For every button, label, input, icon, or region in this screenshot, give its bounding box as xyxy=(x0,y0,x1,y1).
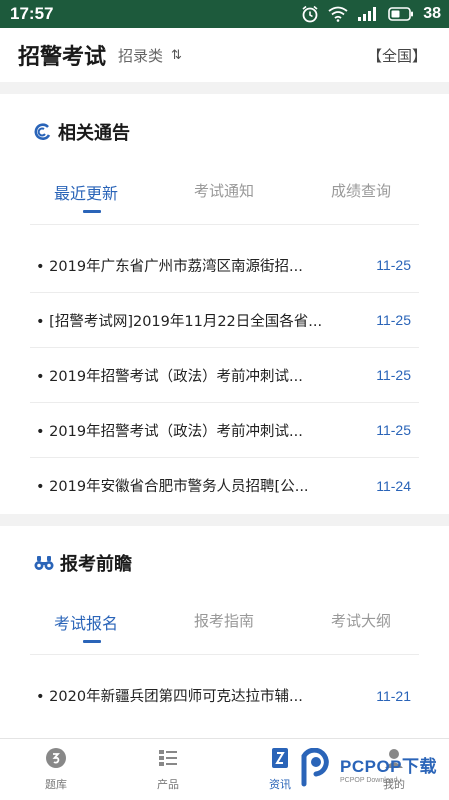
outlook-tabs: 考试报名 报考指南 考试大纲 xyxy=(0,606,449,646)
nav-question-bank[interactable]: 题库 xyxy=(26,747,86,792)
outlook-section-title: 报考前瞻 xyxy=(34,550,132,576)
active-tab-indicator xyxy=(83,210,101,213)
watermark: PCPOP下载 PCPOP Download xyxy=(300,748,437,788)
nav-label: 产品 xyxy=(157,778,179,791)
app-header: 招警考试 招录类 ⇅ 【全国】 xyxy=(0,28,449,82)
status-icons: 38 xyxy=(301,5,441,23)
battery-icon xyxy=(388,7,414,21)
list-item-title: • 2019年安徽省合肥市警务人员招聘[公... xyxy=(36,479,309,495)
tab-exam-notices[interactable]: 考试通知 xyxy=(194,180,254,201)
list-item-title: • 2019年招警考试（政法）考前冲刺试... xyxy=(36,368,303,385)
outlook-card: 报考前瞻 考试报名 报考指南 考试大纲 • 2020年新疆兵团第四师可克达拉市辅… xyxy=(0,526,449,738)
notices-section-title: 相关通告 xyxy=(34,119,130,145)
watermark-subtext: PCPOP Download xyxy=(340,777,398,784)
region-selector[interactable]: 【全国】 xyxy=(367,45,427,66)
signal-icon xyxy=(358,7,377,21)
news-icon xyxy=(272,748,288,768)
list-item[interactable]: • [招警考试网]2019年11月22日全国各省... 11-25 xyxy=(30,293,419,348)
pcpop-logo-icon xyxy=(301,748,329,787)
status-time: 17:57 xyxy=(10,4,54,23)
divider xyxy=(30,654,419,655)
list-icon xyxy=(159,750,177,766)
alarm-icon xyxy=(302,5,318,23)
list-item-title: • 2019年招警考试（政法）考前冲刺试... xyxy=(36,423,303,440)
tab-application-guide[interactable]: 报考指南 xyxy=(194,610,254,631)
list-item[interactable]: • 2019年安徽省合肥市警务人员招聘[公... 11-24 xyxy=(30,458,419,513)
notices-card: 相关通告 最近更新 考试通知 成绩查询 • 2019年广东省广州市荔湾区南源街招… xyxy=(0,94,449,514)
divider xyxy=(30,224,419,225)
list-item-date: 11-25 xyxy=(376,257,411,273)
notices-title-text: 相关通告 xyxy=(58,123,130,144)
tab-recent-updates[interactable]: 最近更新 xyxy=(54,180,118,204)
nav-label: 资讯 xyxy=(269,778,291,791)
battery-level: 38 xyxy=(423,5,441,22)
tab-score-inquiry[interactable]: 成绩查询 xyxy=(331,180,391,201)
tab-exam-registration[interactable]: 考试报名 xyxy=(54,610,118,634)
nav-label: 题库 xyxy=(45,778,67,791)
list-item-title: • 2020年新疆兵团第四师可克达拉市辅... xyxy=(36,689,303,705)
list-item-date: 11-25 xyxy=(376,422,411,438)
watermark-text: PCPOP下载 xyxy=(340,757,438,776)
outlook-title-text: 报考前瞻 xyxy=(60,554,132,575)
category-selector[interactable]: 招录类 xyxy=(118,45,163,66)
nav-products[interactable]: 产品 xyxy=(138,747,198,792)
list-item-date: 11-25 xyxy=(376,312,411,328)
list-item[interactable]: • 2020年新疆兵团第四师可克达拉市辅... 11-21 xyxy=(30,668,419,723)
tab-exam-syllabus[interactable]: 考试大纲 xyxy=(331,610,391,631)
binoculars-icon xyxy=(34,556,54,570)
sort-icon[interactable]: ⇅ xyxy=(171,48,182,63)
wifi-icon xyxy=(328,6,348,22)
active-tab-indicator xyxy=(83,640,101,643)
notices-tabs: 最近更新 考试通知 成绩查询 xyxy=(0,176,449,216)
list-item-date: 11-21 xyxy=(376,687,411,704)
notices-list: • 2019年广东省广州市荔湾区南源街招... 11-25 • [招警考试网]2… xyxy=(30,238,419,513)
list-item[interactable]: • 2019年招警考试（政法）考前冲刺试... 11-25 xyxy=(30,348,419,403)
list-item[interactable]: • 2019年广东省广州市荔湾区南源街招... 11-25 xyxy=(30,238,419,293)
page-title: 招警考试 xyxy=(18,45,107,70)
status-bar: 17:57 38 xyxy=(0,0,449,28)
list-item[interactable]: • 2019年招警考试（政法）考前冲刺试... 11-25 xyxy=(30,403,419,458)
list-item-title: • 2019年广东省广州市荔湾区南源街招... xyxy=(36,258,303,275)
outlook-list: • 2020年新疆兵团第四师可克达拉市辅... 11-21 xyxy=(30,668,419,723)
list-item-title: • [招警考试网]2019年11月22日全国各省... xyxy=(36,313,323,330)
announcement-icon xyxy=(34,123,51,140)
list-item-date: 11-25 xyxy=(376,367,411,383)
list-item-date: 11-24 xyxy=(376,477,411,494)
question-bank-icon xyxy=(46,748,66,768)
